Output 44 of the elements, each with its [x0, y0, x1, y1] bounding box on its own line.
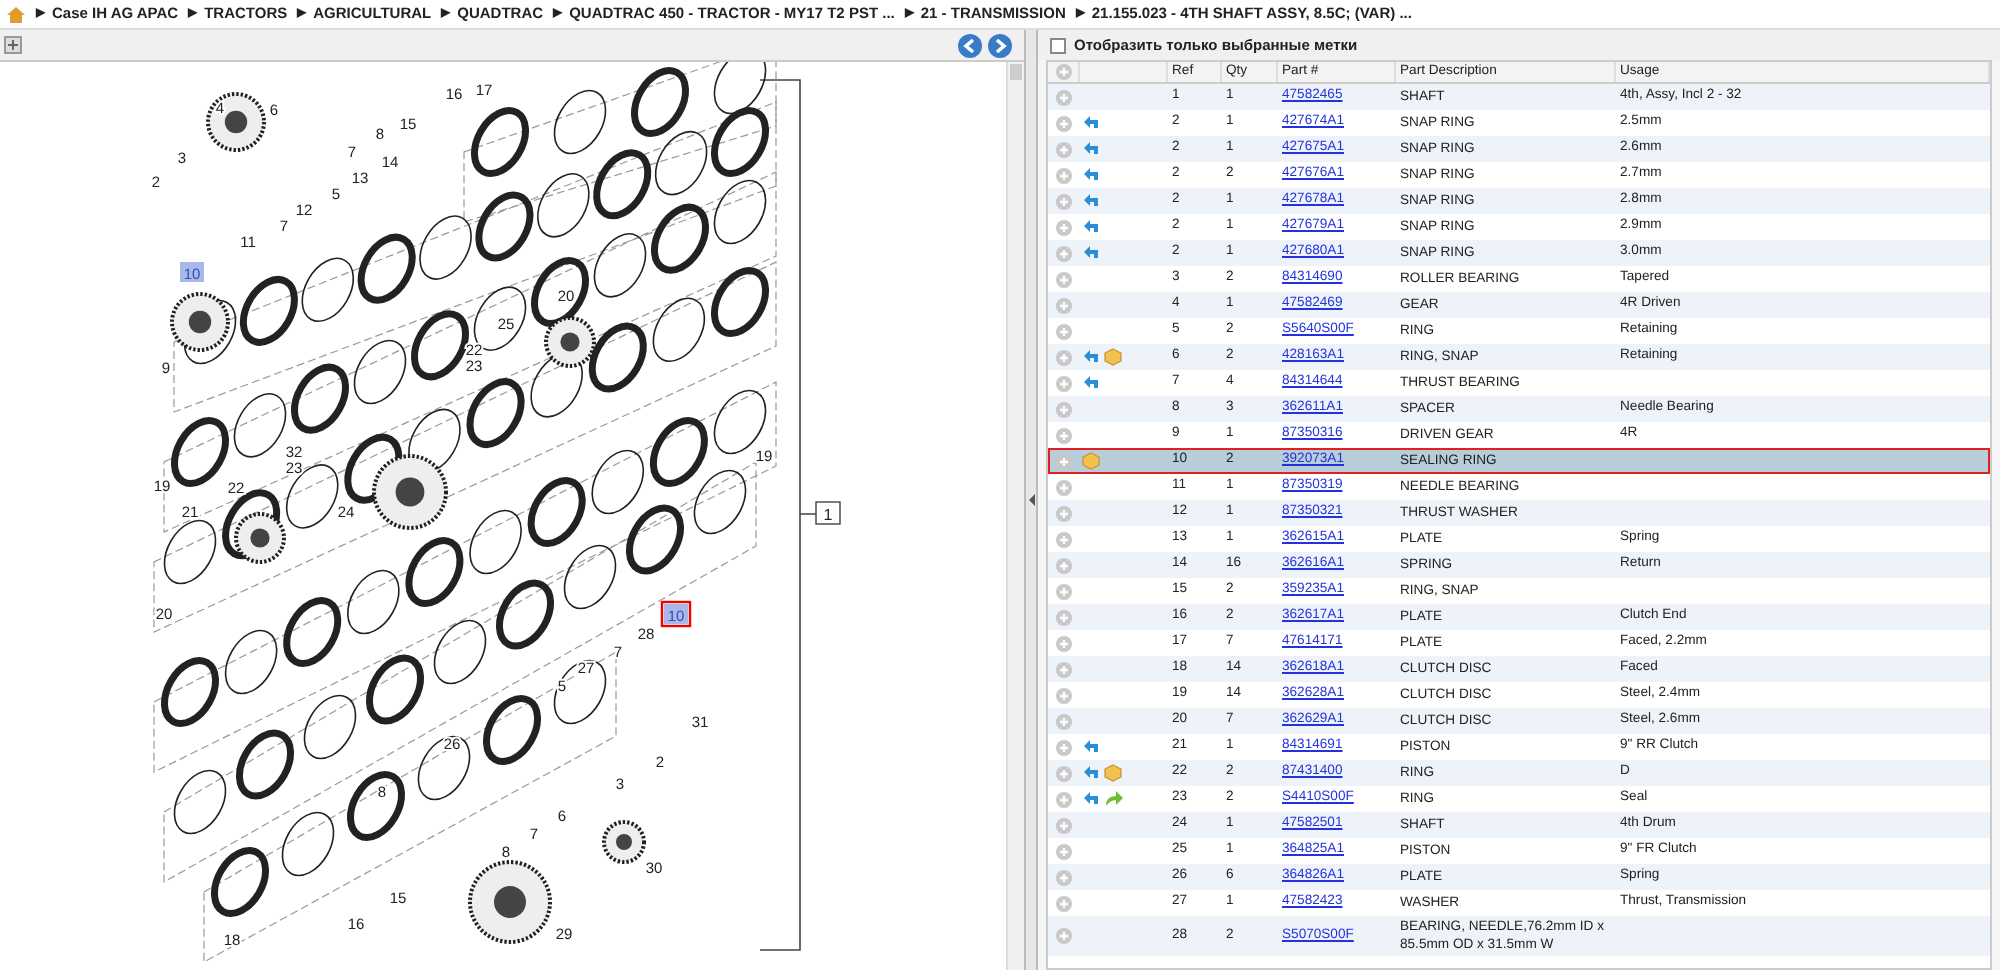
- add-icon[interactable]: [1056, 141, 1072, 157]
- home-icon[interactable]: [6, 5, 26, 23]
- add-icon[interactable]: [1056, 869, 1072, 885]
- add-icon[interactable]: [1056, 89, 1072, 105]
- add-icon[interactable]: [1056, 817, 1072, 833]
- add-icon[interactable]: [1056, 765, 1072, 781]
- scrollbar[interactable]: [1006, 62, 1024, 970]
- add-icon[interactable]: [1056, 687, 1072, 703]
- add-icon[interactable]: [1056, 427, 1072, 443]
- add-icon[interactable]: [1056, 323, 1072, 339]
- expand-icon[interactable]: [4, 36, 22, 54]
- add-icon[interactable]: [1056, 713, 1072, 729]
- add-icon[interactable]: [1055, 64, 1071, 80]
- filter-checkbox[interactable]: [1050, 37, 1066, 53]
- add-icon[interactable]: [1056, 115, 1072, 131]
- add-icon[interactable]: [1056, 635, 1072, 651]
- add-icon[interactable]: [1056, 349, 1072, 365]
- package-icon[interactable]: [1104, 764, 1122, 782]
- add-icon[interactable]: [1056, 245, 1072, 261]
- add-icon[interactable]: [1056, 193, 1072, 209]
- add-icon[interactable]: [1056, 895, 1072, 911]
- add-icon[interactable]: [1056, 557, 1072, 573]
- add-icon[interactable]: [1056, 219, 1072, 235]
- collapse-arrow-icon[interactable]: [1027, 492, 1035, 508]
- assembly-label[interactable]: 1: [815, 501, 841, 525]
- add-icon[interactable]: [1056, 375, 1072, 391]
- add-icon[interactable]: [1056, 843, 1072, 859]
- add-icon[interactable]: [1056, 583, 1072, 599]
- add-icon[interactable]: [1056, 271, 1072, 287]
- add-icon[interactable]: [1056, 401, 1072, 417]
- add-icon[interactable]: [1056, 167, 1072, 183]
- add-icon[interactable]: [1056, 928, 1072, 944]
- package-icon[interactable]: [1104, 348, 1122, 366]
- add-icon[interactable]: [1056, 479, 1072, 495]
- package-icon[interactable]: [1082, 452, 1100, 470]
- add-icon[interactable]: [1056, 505, 1072, 521]
- forward-arrow-icon[interactable]: [1104, 790, 1124, 808]
- add-icon[interactable]: [1056, 739, 1072, 755]
- add-icon[interactable]: [1056, 453, 1072, 469]
- add-icon[interactable]: [1056, 609, 1072, 625]
- add-icon[interactable]: [1056, 297, 1072, 313]
- add-icon[interactable]: [1056, 531, 1072, 547]
- add-icon[interactable]: [1056, 661, 1072, 677]
- add-icon[interactable]: [1056, 791, 1072, 807]
